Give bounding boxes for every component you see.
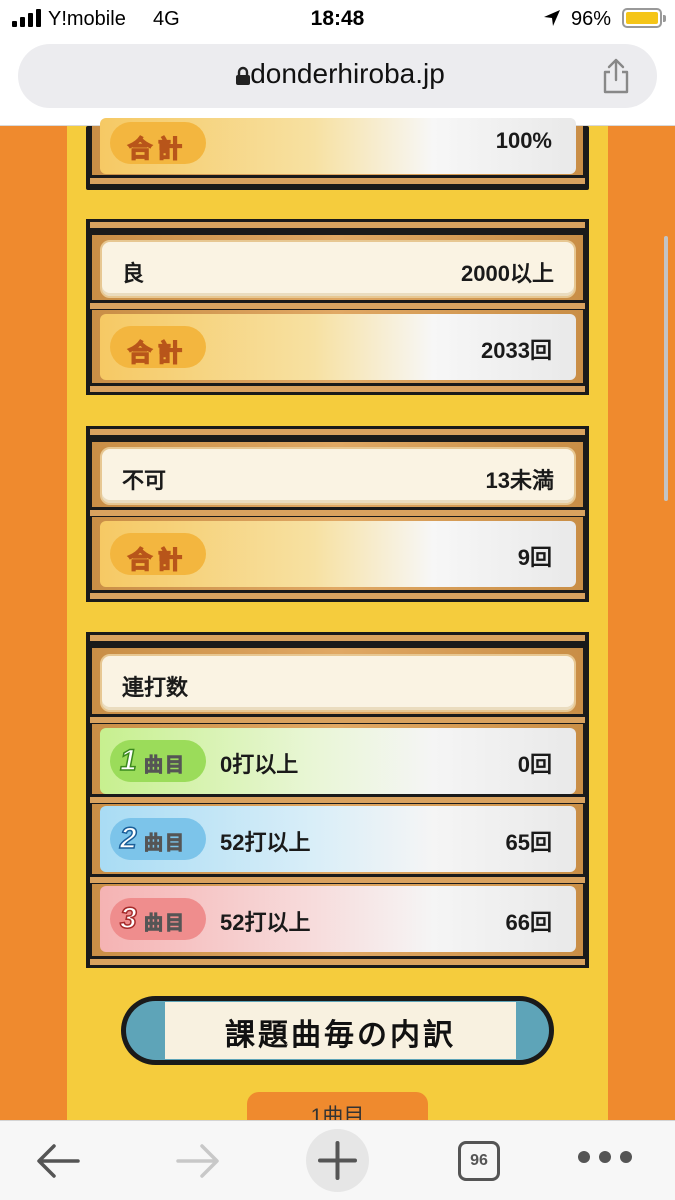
total-value: 2033回	[481, 338, 552, 363]
total-badge: 合計	[110, 326, 206, 368]
panel-cap	[86, 714, 589, 724]
panel-cap	[86, 175, 589, 187]
total-value: 100%	[495, 128, 552, 153]
panel-cap	[86, 507, 589, 517]
more-icon[interactable]	[578, 1151, 634, 1165]
battery-icon	[622, 8, 666, 28]
condition-row-good: 良 2000以上	[100, 240, 576, 298]
song-3-badge: 3 曲目	[110, 898, 206, 940]
song-2-badge: 2 曲目	[110, 818, 206, 860]
condition-label: 連打数	[122, 675, 189, 700]
total-badge: 合計	[110, 122, 206, 164]
panel-cap	[86, 956, 589, 968]
song-row-2: 2 曲目 52打以上 65回	[100, 806, 576, 872]
song-2-condition: 52打以上	[220, 830, 311, 855]
condition-requirement: 2000以上	[461, 261, 554, 286]
song-1-condition: 0打以上	[220, 752, 299, 777]
scrollbar[interactable]	[664, 236, 668, 501]
condition-row-bad: 不可 13未満	[100, 447, 576, 505]
tabs-icon[interactable]: 96	[458, 1141, 500, 1181]
total-row: 合計 100%	[100, 118, 576, 174]
panel-cap	[86, 794, 589, 804]
song-row-1: 1 曲目 0打以上 0回	[100, 728, 576, 794]
condition-label: 良	[122, 261, 145, 286]
battery-percent: 96%	[571, 8, 612, 30]
condition-label: 不可	[122, 468, 167, 493]
total-row: 合計 9回	[100, 521, 576, 587]
song-row-3: 3 曲目 52打以上 66回	[100, 886, 576, 952]
total-badge: 合計	[110, 533, 206, 575]
browser-toolbar: 96	[0, 1120, 675, 1200]
address-bar[interactable]: donderhiroba.jp	[18, 44, 657, 108]
breakdown-heading: 課題曲毎の内訳	[121, 996, 554, 1065]
new-tab-plus-icon[interactable]	[306, 1129, 369, 1192]
condition-row-rolls: 連打数	[100, 654, 576, 712]
breakdown-title: 課題曲毎の内訳	[225, 1018, 456, 1053]
panel-cap	[86, 383, 589, 395]
location-arrow-icon	[544, 10, 560, 26]
tab-count: 96	[470, 1152, 488, 1169]
song-1-badge: 1 曲目	[110, 740, 206, 782]
panel-cap	[86, 874, 589, 884]
total-row: 合計 2033回	[100, 314, 576, 380]
status-bar: Y!mobile 4G 18:48 96%	[0, 0, 675, 40]
share-icon[interactable]	[601, 58, 631, 94]
forward-arrow-icon[interactable]	[170, 1129, 226, 1189]
url-text[interactable]: donderhiroba.jp	[18, 58, 657, 90]
song-3-condition: 52打以上	[220, 910, 311, 935]
song-2-value: 65回	[505, 830, 552, 855]
song-3-value: 66回	[505, 910, 552, 935]
song-1-value: 0回	[517, 752, 552, 777]
condition-requirement: 13未満	[485, 468, 554, 493]
total-value: 9回	[517, 545, 552, 570]
back-arrow-icon[interactable]	[30, 1129, 86, 1189]
panel-cap	[86, 300, 589, 310]
panel-cap	[86, 590, 589, 602]
